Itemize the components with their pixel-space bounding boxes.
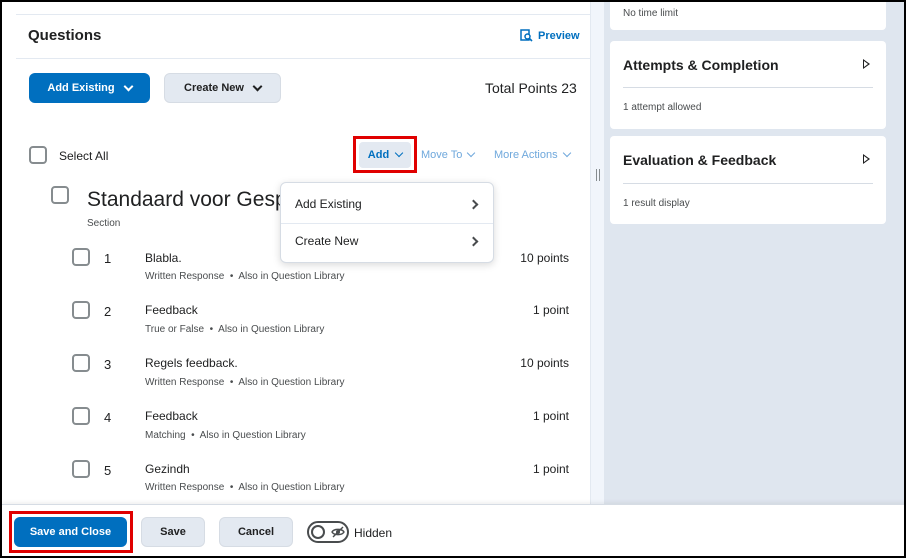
question-type: Written Response xyxy=(145,377,225,388)
menu-item-add-existing[interactable]: Add Existing xyxy=(281,184,493,224)
highlight-box xyxy=(9,511,133,553)
cancel-button[interactable]: Cancel xyxy=(219,517,293,547)
library-status: Also in Question Library xyxy=(238,377,345,388)
chevron-right-icon xyxy=(468,236,479,246)
more-actions-button[interactable]: More Actions xyxy=(494,148,571,161)
visibility-toggle[interactable] xyxy=(307,521,349,543)
question-meta: Matching • Also in Question Library xyxy=(145,430,306,441)
expand-icon[interactable] xyxy=(863,59,870,69)
question-points: 1 point xyxy=(532,303,569,317)
question-number: 2 xyxy=(104,304,112,319)
question-checkbox[interactable] xyxy=(72,248,90,266)
create-new-button[interactable]: Create New xyxy=(164,73,281,103)
panel-resize-handle[interactable] xyxy=(590,2,604,504)
section-checkbox[interactable] xyxy=(51,186,69,204)
expand-icon[interactable] xyxy=(863,154,870,164)
total-points: Total Points 23 xyxy=(485,80,577,96)
footer-bar: Save and Close Save Cancel Hidden xyxy=(2,504,904,556)
save-button[interactable]: Save xyxy=(141,517,205,547)
preview-label: Preview xyxy=(538,29,580,42)
card-title: Attempts & Completion xyxy=(623,57,779,73)
attempts-completion-card[interactable]: Attempts & Completion 1 attempt allowed xyxy=(610,41,886,129)
question-meta: Written Response • Also in Question Libr… xyxy=(145,271,345,282)
settings-sidebar: No time limit Attempts & Completion 1 at… xyxy=(604,2,904,504)
add-existing-button[interactable]: Add Existing xyxy=(29,73,150,103)
visibility-label: Hidden xyxy=(354,526,393,540)
question-number: 1 xyxy=(104,251,112,266)
add-existing-label: Add Existing xyxy=(47,82,115,94)
question-name[interactable]: Regels feedback. xyxy=(145,356,238,370)
question-checkbox[interactable] xyxy=(72,354,90,372)
chevron-down-icon xyxy=(562,148,571,158)
cancel-label: Cancel xyxy=(237,526,275,538)
evaluation-feedback-card[interactable]: Evaluation & Feedback 1 result display xyxy=(610,136,886,224)
grip-icon xyxy=(596,169,600,181)
section-label: Section xyxy=(87,218,121,229)
question-type: True or False xyxy=(145,324,205,335)
preview-icon xyxy=(520,29,533,42)
library-status: Also in Question Library xyxy=(238,271,345,282)
panel-title: Questions xyxy=(28,27,102,44)
question-points: 1 point xyxy=(532,409,569,423)
highlight-box xyxy=(353,136,417,173)
time-limit-text: No time limit xyxy=(623,8,679,19)
menu-item-label: Add Existing xyxy=(295,197,362,211)
select-all-label: Select All xyxy=(59,149,109,163)
question-type: Written Response xyxy=(145,482,225,493)
section-title: Standaard voor Gesp xyxy=(87,188,287,211)
card-title: Evaluation & Feedback xyxy=(623,152,777,168)
chevron-right-icon xyxy=(468,199,479,209)
quiz-editor: Questions Preview Add Existing Create Ne… xyxy=(0,0,906,558)
question-name[interactable]: Feedback xyxy=(145,303,198,317)
divider xyxy=(623,87,873,88)
select-all-checkbox[interactable] xyxy=(29,146,47,164)
eye-hidden-icon xyxy=(331,526,345,538)
question-type: Written Response xyxy=(145,271,225,282)
divider xyxy=(16,58,590,59)
preview-link[interactable]: Preview xyxy=(520,29,580,42)
library-status: Also in Question Library xyxy=(218,324,325,335)
library-status: Also in Question Library xyxy=(199,430,306,441)
question-points: 1 point xyxy=(532,462,569,476)
question-name[interactable]: Gezindh xyxy=(145,462,190,476)
question-checkbox[interactable] xyxy=(72,407,90,425)
menu-item-label: Create New xyxy=(295,234,359,248)
library-status: Also in Question Library xyxy=(238,482,345,493)
question-meta: Written Response • Also in Question Libr… xyxy=(145,482,345,493)
chevron-down-icon xyxy=(252,81,263,91)
divider xyxy=(16,14,590,15)
menu-item-create-new[interactable]: Create New xyxy=(281,221,493,261)
question-checkbox[interactable] xyxy=(72,301,90,319)
timing-card[interactable]: No time limit xyxy=(610,2,886,30)
question-number: 5 xyxy=(104,463,112,478)
question-type: Matching xyxy=(145,430,186,441)
divider xyxy=(623,183,873,184)
save-label: Save xyxy=(160,526,186,538)
move-to-label: Move To xyxy=(421,149,463,161)
question-checkbox[interactable] xyxy=(72,460,90,478)
toggle-knob xyxy=(311,525,325,539)
card-summary: 1 result display xyxy=(623,198,690,209)
questions-panel: Questions Preview Add Existing Create Ne… xyxy=(2,2,590,504)
question-meta: True or False • Also in Question Library xyxy=(145,324,325,335)
question-name[interactable]: Feedback xyxy=(145,409,198,423)
create-new-label: Create New xyxy=(184,82,244,94)
move-to-button[interactable]: Move To xyxy=(421,148,476,161)
chevron-down-icon xyxy=(467,148,476,158)
question-number: 3 xyxy=(104,357,112,372)
card-summary: 1 attempt allowed xyxy=(623,102,702,113)
add-dropdown-menu: Add Existing Create New xyxy=(280,182,494,263)
question-points: 10 points xyxy=(520,356,569,370)
question-meta: Written Response • Also in Question Libr… xyxy=(145,377,345,388)
chevron-down-icon xyxy=(123,81,134,91)
question-name[interactable]: Blabla. xyxy=(145,251,182,265)
question-number: 4 xyxy=(104,410,112,425)
more-actions-label: More Actions xyxy=(494,149,558,161)
